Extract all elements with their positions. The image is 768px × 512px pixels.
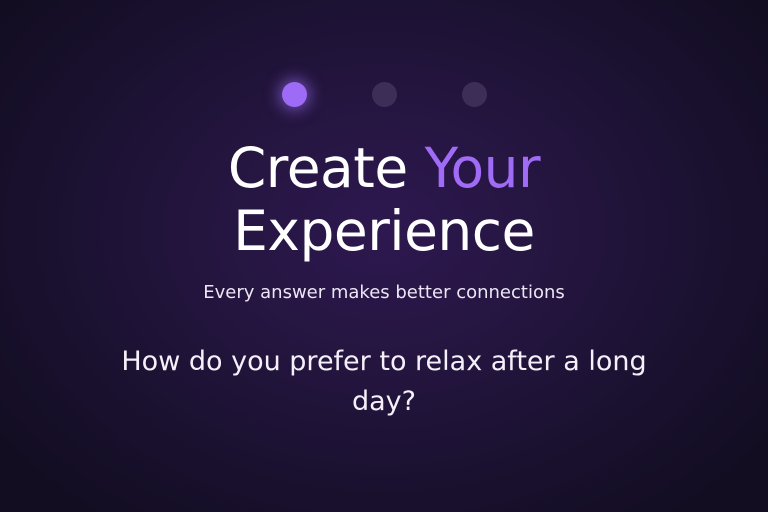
onboarding-screen: Create Your Experience Every answer make… [0, 0, 768, 512]
title-part-1: Create [227, 136, 408, 200]
progress-stepper [0, 82, 768, 108]
page-title: Create Your Experience [0, 137, 768, 263]
title-accent: Your [424, 136, 541, 200]
step-dot-3 [462, 82, 487, 107]
title-part-2: Experience [233, 199, 535, 263]
step-dot-2 [372, 82, 397, 107]
step-dot-1-active [282, 82, 307, 107]
page-subtitle: Every answer makes better connections [203, 282, 565, 303]
question-text: How do you prefer to relax after a long … [121, 346, 647, 417]
